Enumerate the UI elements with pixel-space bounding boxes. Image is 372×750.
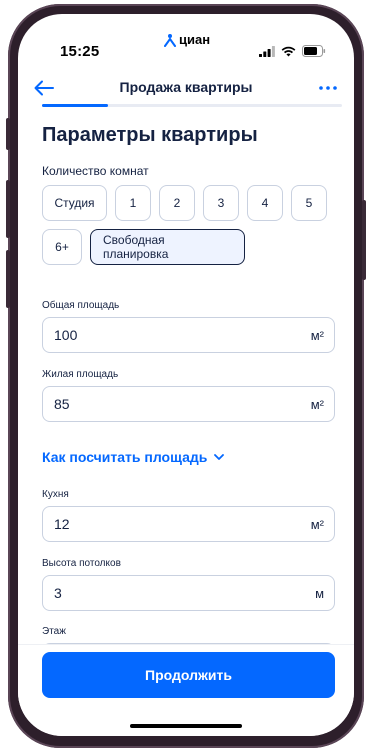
- cian-logo-icon: [164, 33, 176, 47]
- battery-icon: [302, 45, 326, 57]
- more-options-button[interactable]: [316, 76, 340, 100]
- living-area-value: 85: [54, 396, 70, 412]
- status-bar: 15:25 циан: [18, 14, 354, 74]
- calc-area-link[interactable]: Как посчитать площадь: [42, 449, 225, 465]
- total-area-field[interactable]: 100 м²: [42, 317, 335, 353]
- phone-power-button: [362, 200, 366, 280]
- cian-logo: циан: [164, 32, 210, 47]
- kitchen-area-value: 12: [54, 516, 70, 532]
- rooms-chip-row-2: 6+ Свободная планировка: [42, 229, 245, 265]
- floor-label: Этаж: [42, 626, 66, 637]
- home-indicator[interactable]: [130, 724, 242, 728]
- kitchen-area-unit: м²: [310, 516, 324, 532]
- header-title: Продажа квартиры: [119, 79, 253, 95]
- chip-3-rooms[interactable]: 3: [203, 185, 239, 221]
- phone-volume-up-button: [6, 180, 10, 238]
- status-time: 15:25: [60, 43, 100, 60]
- chip-6-plus-rooms[interactable]: 6+: [42, 229, 82, 265]
- ceiling-height-unit: м: [315, 585, 324, 601]
- chip-free-layout[interactable]: Свободная планировка: [90, 229, 245, 265]
- cian-logo-text: циан: [179, 32, 211, 47]
- status-icons: [259, 45, 326, 57]
- rooms-label: Количество комнат: [42, 164, 149, 178]
- living-area-label: Жилая площадь: [42, 369, 119, 380]
- calc-area-link-text: Как посчитать площадь: [42, 449, 208, 465]
- total-area-unit: м²: [310, 327, 324, 343]
- kitchen-area-field[interactable]: 12 м²: [42, 506, 335, 542]
- progress-fill: [42, 104, 108, 107]
- ceiling-height-field[interactable]: 3 м: [42, 575, 335, 611]
- cellular-signal-icon: [259, 45, 275, 57]
- total-area-label: Общая площадь: [42, 300, 120, 311]
- more-dots-icon: [319, 86, 337, 90]
- form-content[interactable]: Параметры квартиры Количество комнат Сту…: [18, 110, 354, 644]
- chip-5-rooms[interactable]: 5: [291, 185, 327, 221]
- chip-2-rooms[interactable]: 2: [159, 185, 195, 221]
- chip-studio[interactable]: Студия: [42, 185, 107, 221]
- living-area-unit: м²: [310, 396, 324, 412]
- phone-side-button: [6, 118, 10, 150]
- page-title: Параметры квартиры: [42, 124, 258, 146]
- living-area-field[interactable]: 85 м²: [42, 386, 335, 422]
- phone-volume-down-button: [6, 250, 10, 308]
- phone-screen: 15:25 циан Продажа квартиры Параметры кв…: [18, 14, 354, 736]
- kitchen-label: Кухня: [42, 489, 69, 500]
- rooms-chip-row-1: Студия 1 2 3 4 5: [42, 185, 327, 221]
- ceiling-height-label: Высота потолков: [42, 558, 121, 569]
- nav-header: Продажа квартиры: [18, 74, 354, 102]
- ceiling-height-value: 3: [54, 585, 62, 601]
- chip-1-room[interactable]: 1: [115, 185, 151, 221]
- total-area-value: 100: [54, 327, 78, 343]
- bottom-bar: Продолжить: [18, 644, 354, 736]
- progress-bar: [42, 104, 342, 107]
- chevron-down-icon: [214, 454, 225, 460]
- continue-button[interactable]: Продолжить: [42, 652, 335, 698]
- wifi-icon: [281, 46, 296, 56]
- chip-4-rooms[interactable]: 4: [247, 185, 283, 221]
